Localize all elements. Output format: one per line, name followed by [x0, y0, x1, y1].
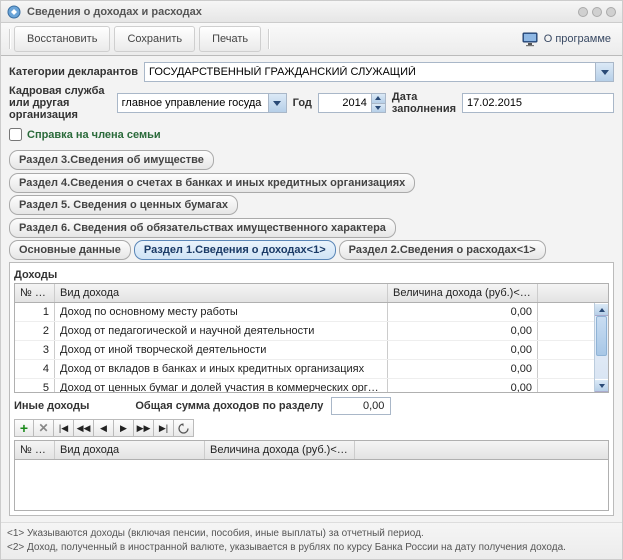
nav-prev-button[interactable]: ◀: [94, 419, 114, 437]
hr-label: Кадровая служба или другая организация: [9, 85, 111, 121]
table-row[interactable]: 1Доход по основному месту работы0,00: [15, 303, 594, 322]
refresh-button[interactable]: [174, 419, 194, 437]
cell-amount: 0,00: [388, 341, 538, 359]
chevron-down-icon: [273, 101, 281, 106]
cell-amount: 0,00: [388, 360, 538, 378]
hr-combo[interactable]: [117, 93, 269, 113]
cell-idx: 2: [15, 322, 55, 340]
table-row[interactable]: 2Доход от педагогической и научной деяте…: [15, 322, 594, 341]
monitor-icon: [521, 30, 539, 48]
save-button[interactable]: Сохранить: [114, 26, 195, 52]
chevron-up-icon: [375, 96, 381, 100]
scroll-up-button[interactable]: [595, 303, 608, 316]
table-row[interactable]: 4Доход от вкладов в банках и иных кредит…: [15, 360, 594, 379]
scroll-thumb[interactable]: [596, 316, 607, 356]
nav-fast-fwd-button[interactable]: ▶▶: [134, 419, 154, 437]
col2-amount[interactable]: Величина дохода (руб.)<2>: [205, 441, 355, 459]
col-amount[interactable]: Величина дохода (руб.)<2>: [388, 284, 538, 302]
year-spin-down[interactable]: [372, 104, 385, 113]
col-idx[interactable]: № п/п: [15, 284, 55, 302]
total-label: Общая сумма доходов по разделу: [135, 400, 323, 412]
tab-r3-1[interactable]: Раздел 1.Сведения о доходах<1>: [134, 240, 336, 260]
cell-amount: 0,00: [388, 379, 538, 392]
cell-type: Доход от вкладов в банках и иных кредитн…: [55, 360, 388, 378]
tab-r2-1[interactable]: Раздел 6. Сведения об обязательствах иму…: [9, 218, 396, 238]
cell-idx: 1: [15, 303, 55, 321]
nav-next-button[interactable]: ▶: [114, 419, 134, 437]
income-title: Доходы: [14, 269, 609, 281]
footnote-1: <1> Указываются доходы (включая пенсии, …: [7, 527, 616, 541]
scroll-down-button[interactable]: [595, 379, 608, 392]
cell-amount: 0,00: [388, 322, 538, 340]
cell-idx: 4: [15, 360, 55, 378]
cell-idx: 3: [15, 341, 55, 359]
app-icon: [7, 5, 21, 19]
other-income-title: Иные доходы: [14, 400, 89, 412]
chevron-down-icon: [599, 384, 605, 388]
fill-date-input[interactable]: [462, 93, 614, 113]
chevron-down-icon: [601, 70, 609, 75]
tab-r1-0[interactable]: Раздел 3.Сведения об имуществе: [9, 150, 214, 170]
print-button[interactable]: Печать: [199, 26, 261, 52]
window-max-icon[interactable]: [592, 7, 602, 17]
restore-button[interactable]: Восстановить: [14, 26, 110, 52]
income-scrollbar[interactable]: [594, 303, 608, 392]
cell-idx: 5: [15, 379, 55, 392]
col-spacer: [538, 284, 608, 302]
year-label: Год: [293, 97, 312, 109]
fill-date-label: Дата заполнения: [392, 91, 456, 115]
window-min-icon[interactable]: [578, 7, 588, 17]
total-value: 0,00: [331, 397, 391, 415]
titlebar: Сведения о доходах и расходах: [1, 1, 622, 23]
tab-r2-0[interactable]: Раздел 5. Сведения о ценных бумагах: [9, 195, 238, 215]
about-button[interactable]: О программе: [515, 26, 617, 52]
cell-type: Доход по основному месту работы: [55, 303, 388, 321]
year-spin-up[interactable]: [372, 94, 385, 104]
col2-idx[interactable]: № п/п: [15, 441, 55, 459]
table-row[interactable]: 3Доход от иной творческой деятельности0,…: [15, 341, 594, 360]
nav-fast-back-button[interactable]: ◀◀: [74, 419, 94, 437]
hr-dropdown-button[interactable]: [269, 93, 287, 113]
delete-row-button[interactable]: ✕: [34, 419, 54, 437]
tab-r1-1[interactable]: Раздел 4.Сведения о счетах в банках и ин…: [9, 173, 415, 193]
other-income-table-header: № п/п Вид дохода Величина дохода (руб.)<…: [15, 441, 608, 460]
family-checkbox[interactable]: [9, 128, 22, 141]
tab-r3-2[interactable]: Раздел 2.Сведения о расходах<1>: [339, 240, 546, 260]
col-type[interactable]: Вид дохода: [55, 284, 388, 302]
year-input[interactable]: [318, 93, 372, 113]
refresh-icon: [178, 423, 189, 434]
window-close-icon[interactable]: [606, 7, 616, 17]
nav-last-button[interactable]: ▶|: [154, 419, 174, 437]
cell-type: Доход от педагогической и научной деятел…: [55, 322, 388, 340]
tab-r3-0[interactable]: Основные данные: [9, 240, 131, 260]
window-controls: [578, 7, 616, 17]
chevron-up-icon: [599, 308, 605, 312]
income-table-header: № п/п Вид дохода Величина дохода (руб.)<…: [15, 284, 608, 303]
add-row-button[interactable]: +: [14, 419, 34, 437]
cell-type: Доход от ценных бумаг и долей участия в …: [55, 379, 388, 392]
window-title: Сведения о доходах и расходах: [27, 6, 202, 18]
toolbar: Восстановить Сохранить Печать О программ…: [1, 23, 622, 56]
about-label: О программе: [544, 33, 611, 45]
other-income-rows: [15, 460, 608, 510]
table-row[interactable]: 5Доход от ценных бумаг и долей участия в…: [15, 379, 594, 392]
footnotes: <1> Указываются доходы (включая пенсии, …: [1, 522, 622, 559]
col2-type[interactable]: Вид дохода: [55, 441, 205, 459]
categories-combo[interactable]: [144, 62, 596, 82]
col2-spacer: [355, 441, 608, 459]
footnote-2: <2> Доход, полученный в иностранной валю…: [7, 541, 616, 555]
categories-label: Категории декларантов: [9, 66, 138, 78]
family-checkbox-label: Справка на члена семьи: [27, 129, 161, 141]
chevron-down-icon: [375, 106, 381, 110]
nav-first-button[interactable]: |◀: [54, 419, 74, 437]
cell-type: Доход от иной творческой деятельности: [55, 341, 388, 359]
categories-dropdown-button[interactable]: [596, 62, 614, 82]
cell-amount: 0,00: [388, 303, 538, 321]
